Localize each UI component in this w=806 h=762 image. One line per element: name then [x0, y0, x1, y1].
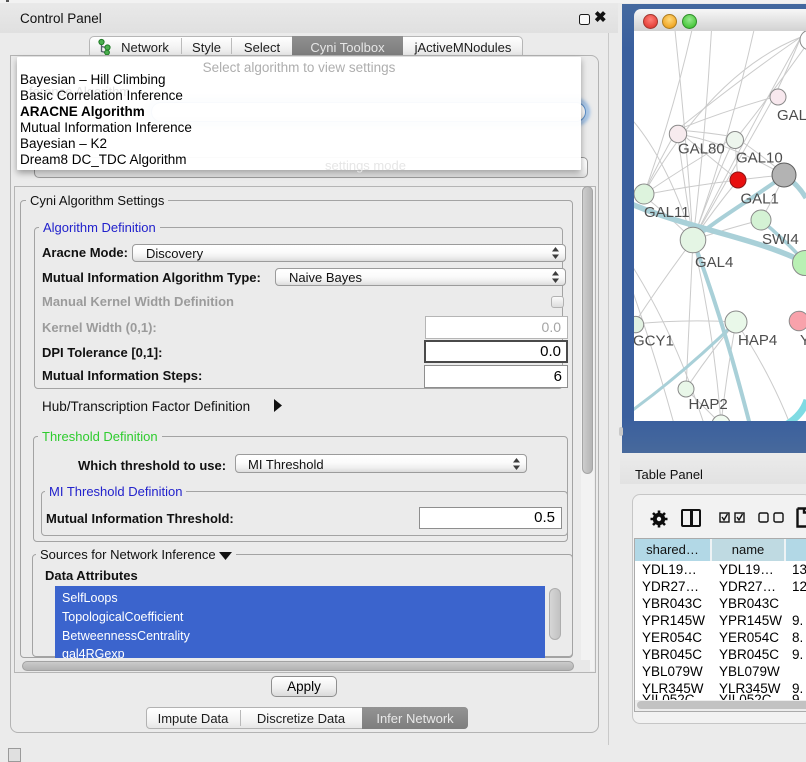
- svg-text:SWI4: SWI4: [762, 231, 799, 248]
- svg-text:GAL: GAL: [777, 107, 806, 124]
- svg-text:HAP2: HAP2: [689, 396, 728, 413]
- svg-text:GAL10: GAL10: [736, 150, 783, 167]
- svg-text:Y: Y: [800, 332, 806, 349]
- svg-text:GAL80: GAL80: [678, 141, 725, 158]
- svg-text:GAL1: GAL1: [741, 191, 779, 208]
- svg-text:HAP4: HAP4: [738, 332, 777, 349]
- svg-text:GAL4: GAL4: [695, 254, 733, 271]
- svg-text:GCY1: GCY1: [634, 333, 674, 350]
- svg-text:GAL11: GAL11: [644, 204, 690, 221]
